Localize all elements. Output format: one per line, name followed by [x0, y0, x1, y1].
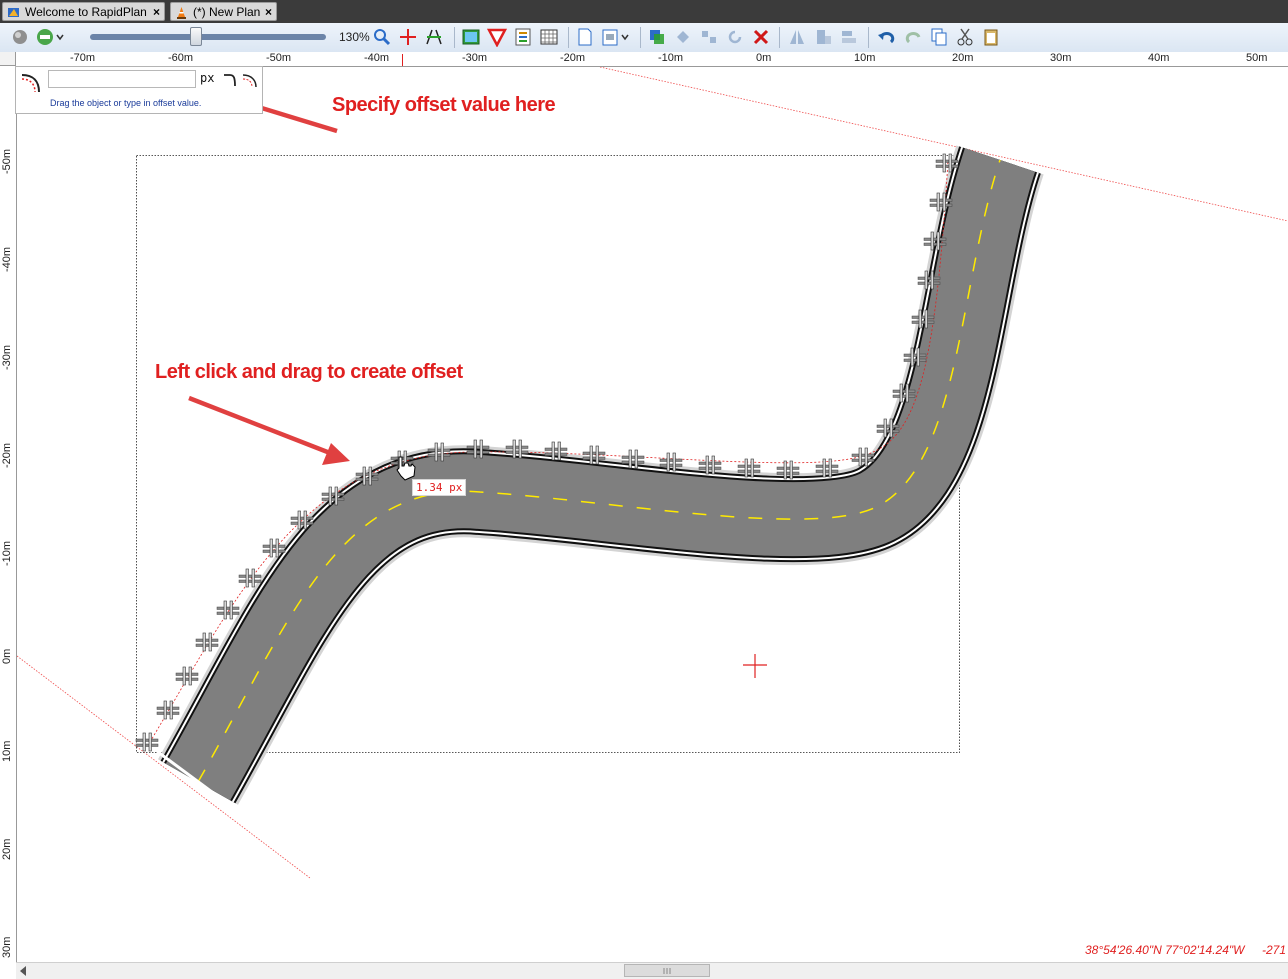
traffic-cone-icon: [177, 7, 186, 19]
offset-panel: px Drag the object or type in offset val…: [15, 66, 263, 114]
tab-welcome[interactable]: Welcome to RapidPlan ×: [2, 2, 165, 21]
rotate-icon[interactable]: [725, 27, 745, 47]
map-layer-icon[interactable]: [35, 27, 65, 47]
ruler-label: 50m: [1246, 52, 1268, 64]
ruler-label: -30m: [462, 52, 488, 64]
undo-icon[interactable]: [877, 27, 897, 47]
offset-hint-text: Drag the object or type in offset value.: [50, 98, 202, 108]
scrollbar-thumb[interactable]: [624, 964, 710, 977]
ruler-label: 30m: [1, 936, 13, 958]
page-icon[interactable]: [575, 27, 595, 47]
rapidplan-logo-icon: [8, 8, 19, 17]
zoom-search-icon[interactable]: [372, 27, 392, 47]
close-tab-icon[interactable]: ×: [265, 3, 272, 22]
road-icon[interactable]: [424, 27, 444, 47]
ruler-label: 10m: [854, 52, 876, 64]
page-settings-icon[interactable]: [600, 27, 632, 47]
ruler-label: 40m: [1148, 52, 1170, 64]
offset-value-input[interactable]: [48, 70, 196, 88]
callout-drag-offset: Left click and drag to create offset: [155, 361, 463, 383]
cut-icon[interactable]: [955, 27, 975, 47]
ruler-label: -50m: [266, 52, 292, 64]
geo-coordinates: 38°54'26.40"N 77°02'14.24"W: [1085, 943, 1245, 957]
tab-new-plan[interactable]: (*) New Plan ×: [170, 2, 277, 21]
toolbar-separator: [868, 27, 869, 48]
grip-icon: [663, 968, 671, 974]
toolbar-separator: [568, 27, 569, 48]
offset-outer-icon[interactable]: [242, 72, 258, 88]
tab-bar: Welcome to RapidPlan × (*) New Plan ×: [0, 0, 1288, 23]
ruler-label: 30m: [1050, 52, 1072, 64]
offset-drag-tooltip: 1.34 px: [412, 479, 467, 496]
callout-specify-offset: Specify offset value here: [332, 94, 556, 116]
yield-sign-icon[interactable]: [487, 27, 507, 47]
toolbar-separator: [454, 27, 455, 48]
ruler-label: -70m: [70, 52, 96, 64]
arrow-drag-offset: [188, 395, 350, 465]
horizontal-scrollbar[interactable]: [16, 962, 1288, 979]
vertical-ruler: -50m -40m -30m -20m -10m 0m 10m 20m 30m: [0, 66, 17, 962]
zoom-slider-thumb[interactable]: [190, 27, 203, 46]
ruler-label: -40m: [364, 52, 390, 64]
origin-marker: [743, 654, 767, 678]
tab-label: Welcome to RapidPlan: [25, 5, 147, 19]
close-tab-icon[interactable]: ×: [153, 3, 160, 22]
drawing-canvas[interactable]: [17, 67, 1288, 962]
layer-select-icon[interactable]: [647, 27, 667, 47]
fence-post-icon: [156, 700, 180, 720]
arrange-icon[interactable]: [673, 27, 693, 47]
grid-icon[interactable]: [539, 27, 559, 47]
align-icon[interactable]: [814, 27, 834, 47]
crosshair-icon[interactable]: [398, 27, 418, 47]
ruler-label: -40m: [1, 246, 13, 272]
group-icon[interactable]: [699, 27, 719, 47]
zoom-slider[interactable]: [90, 34, 326, 40]
list-icon[interactable]: [513, 27, 533, 47]
delete-icon[interactable]: [751, 27, 771, 47]
ruler-corner: [0, 52, 16, 66]
ruler-label: -20m: [1, 442, 13, 468]
offset-inner-icon[interactable]: [222, 72, 238, 88]
zoom-label: 130%: [339, 30, 370, 44]
toolbar-separator: [640, 27, 641, 48]
ruler-label: -10m: [658, 52, 684, 64]
ruler-label: -30m: [1, 344, 13, 370]
road-surface: [165, 148, 1036, 801]
offset-unit-label: px: [200, 71, 215, 85]
toolbar-separator: [779, 27, 780, 48]
picture-icon[interactable]: [461, 27, 481, 47]
fence-post-icon: [216, 600, 240, 620]
road-segment[interactable]: [157, 145, 1044, 814]
fence-post-icon: [175, 666, 199, 686]
toolbar: 130%: [0, 23, 1288, 53]
scroll-left-arrow-icon[interactable]: [20, 966, 26, 976]
horizontal-ruler: -70m -60m -50m -40m -30m -20m -10m 0m 10…: [16, 52, 1288, 67]
globe-icon[interactable]: [10, 27, 30, 47]
ruler-label: 0m: [756, 52, 772, 64]
ruler-label: 20m: [1, 838, 13, 860]
ruler-label: 10m: [1, 740, 13, 762]
paste-icon[interactable]: [981, 27, 1001, 47]
ruler-label: -50m: [1, 148, 13, 174]
ruler-label: 0m: [1, 648, 13, 664]
fence-post-icon: [195, 632, 219, 652]
ruler-label: -10m: [1, 540, 13, 566]
distribute-icon[interactable]: [840, 27, 860, 47]
ruler-cursor-marker: [402, 54, 403, 66]
tab-label: (*) New Plan: [193, 5, 261, 19]
redo-icon[interactable]: [903, 27, 923, 47]
ruler-label: -60m: [168, 52, 194, 64]
ruler-label: -20m: [560, 52, 586, 64]
elevation-readout: -271: [1262, 943, 1287, 957]
flip-icon[interactable]: [787, 27, 807, 47]
ruler-label: 20m: [952, 52, 974, 64]
offset-curve-icon: [21, 74, 40, 93]
copy-icon[interactable]: [929, 27, 949, 47]
